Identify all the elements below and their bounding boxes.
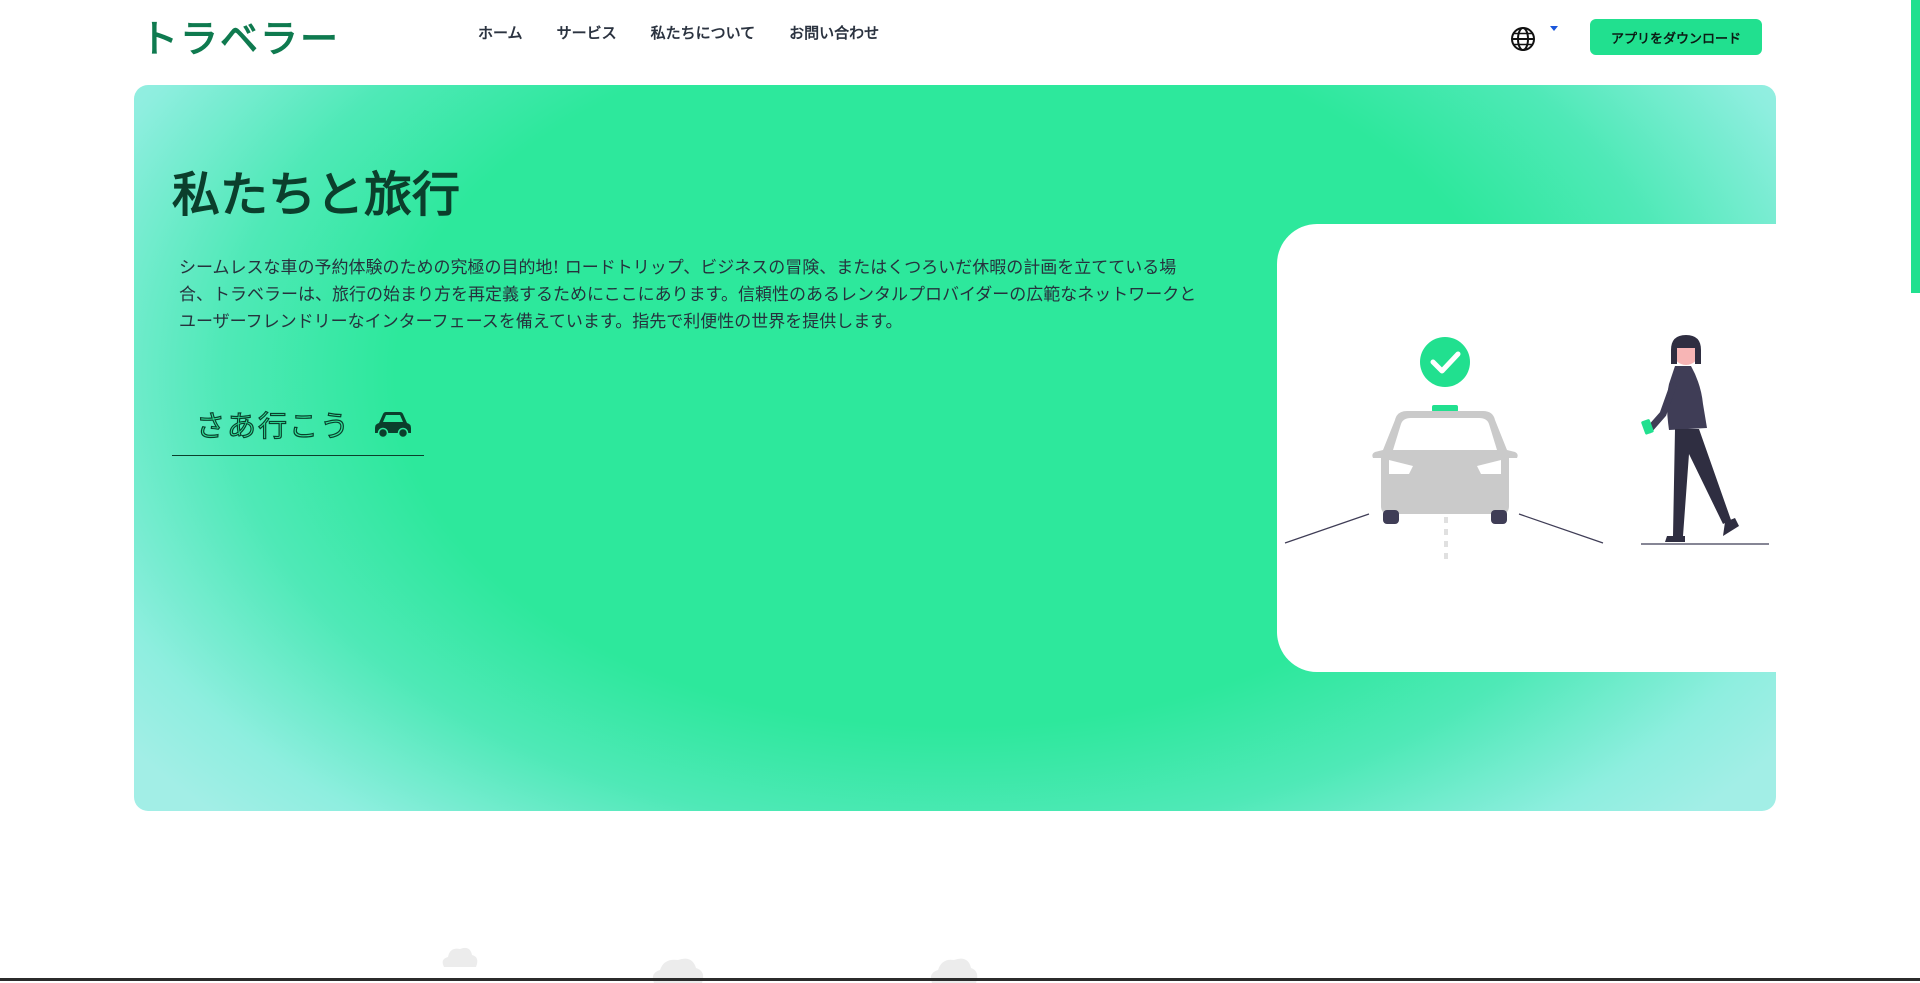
scroll-indicator[interactable] <box>1911 0 1920 293</box>
illustration-card <box>1277 224 1776 672</box>
nav-link-about[interactable]: 私たちについて <box>651 22 756 43</box>
nav-link-home[interactable]: ホーム <box>478 22 523 43</box>
globe-icon[interactable] <box>1510 26 1536 52</box>
lets-go-button[interactable]: さあ行こう <box>172 393 424 456</box>
hero-description: シームレスな車の予約体験のための究極の目的地! ロードトリップ、ビジネスの冒険、… <box>179 258 1197 332</box>
download-app-button[interactable]: アプリをダウンロード <box>1590 19 1762 55</box>
nav-links: ホーム サービス 私たちについて お問い合わせ <box>478 22 879 43</box>
hero-title: 私たちと旅行 <box>172 167 461 223</box>
car-icon <box>375 412 412 439</box>
language-dropdown-caret-icon[interactable] <box>1550 26 1558 31</box>
taxi-booking-illustration <box>1284 335 1769 564</box>
nav-link-contact[interactable]: お問い合わせ <box>789 22 879 43</box>
hero-section: 私たちと旅行 シームレスな車の予約体験のための究極の目的地! ロードトリップ、ビ… <box>134 85 1776 811</box>
cloud-decoration <box>442 947 478 967</box>
nav-link-services[interactable]: サービス <box>557 22 617 43</box>
lets-go-label: さあ行こう <box>195 408 352 443</box>
brand-logo[interactable]: トラベラー <box>140 8 340 63</box>
navbar: トラベラー ホーム サービス 私たちについて お問い合わせ アプリをダウンロード <box>0 0 1920 70</box>
